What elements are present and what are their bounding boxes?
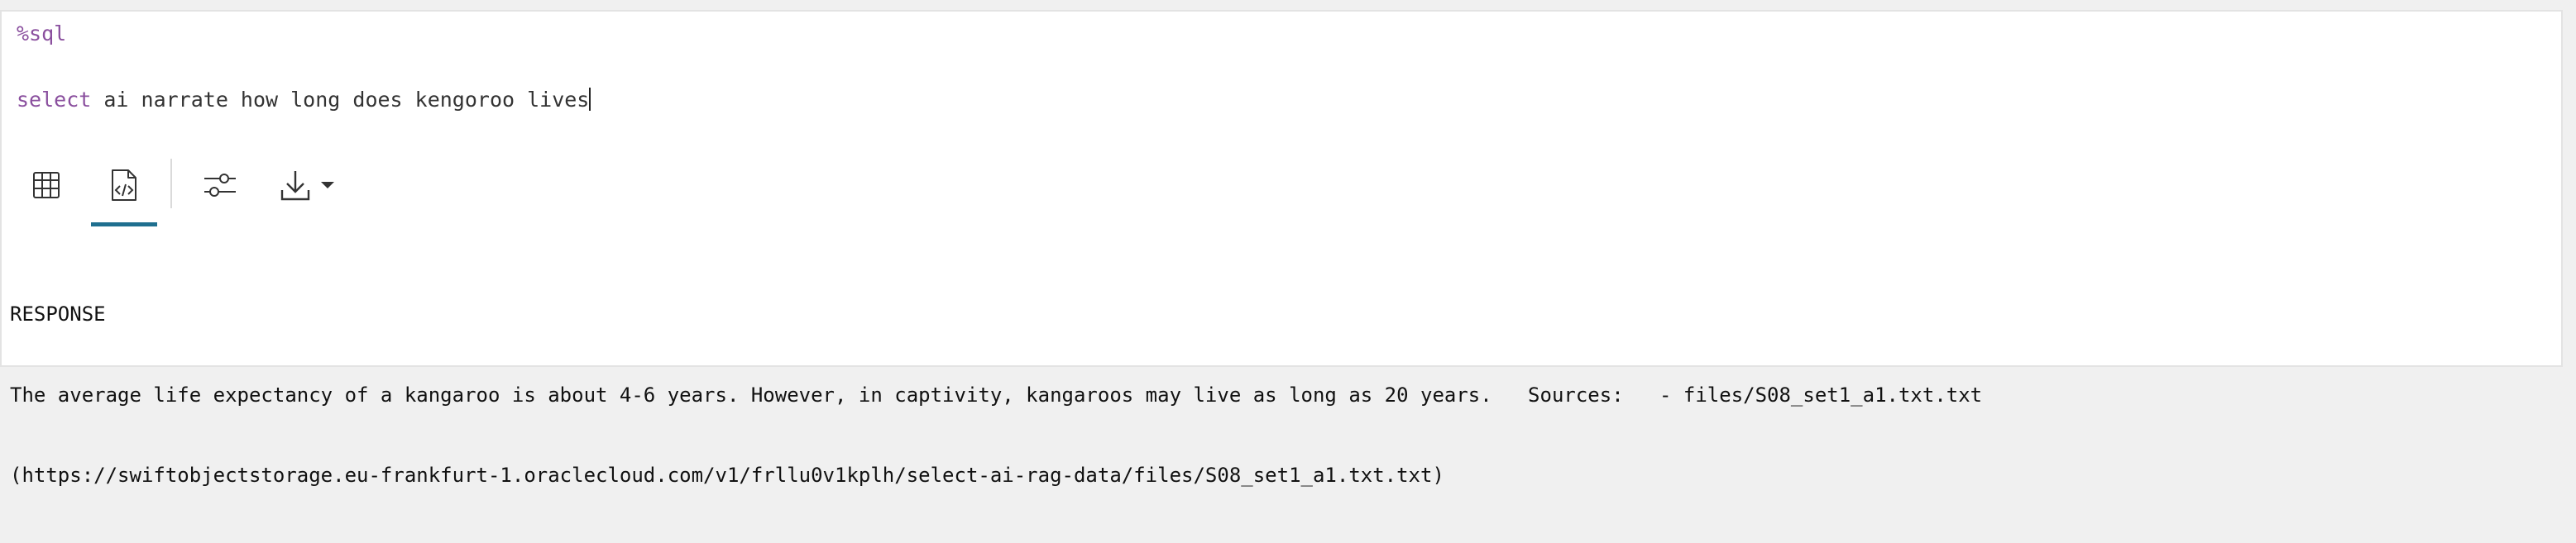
settings-button[interactable] [194,144,247,226]
toolbar-divider [170,159,172,208]
sql-keyword: select [17,88,92,112]
text-cursor [589,88,591,111]
sql-query-text: ai narrate how long does kengoroo lives [91,88,590,112]
sliders-icon [204,174,236,197]
table-grid-icon [33,172,60,198]
download-icon [280,171,310,201]
sql-query-line[interactable]: select ai narrate how long does kengoroo… [17,88,591,112]
query-output: RESPONSE The average life expectancy of … [10,247,1982,543]
notebook-cell: %sql select ai narrate how long does ken… [0,10,2563,487]
sql-magic-line[interactable]: %sql [17,21,66,46]
download-menu-button[interactable] [268,144,347,226]
output-source-url: (https://swiftobjectstorage.eu-frankfurt… [10,464,1444,487]
chevron-down-icon [321,182,334,188]
result-toolbar [2,144,415,226]
code-view-tab[interactable] [91,144,157,226]
table-view-button[interactable] [20,144,73,226]
code-file-icon [112,169,136,201]
output-response-line: The average life expectancy of a kangaro… [10,383,1983,407]
output-header: RESPONSE [10,302,106,326]
